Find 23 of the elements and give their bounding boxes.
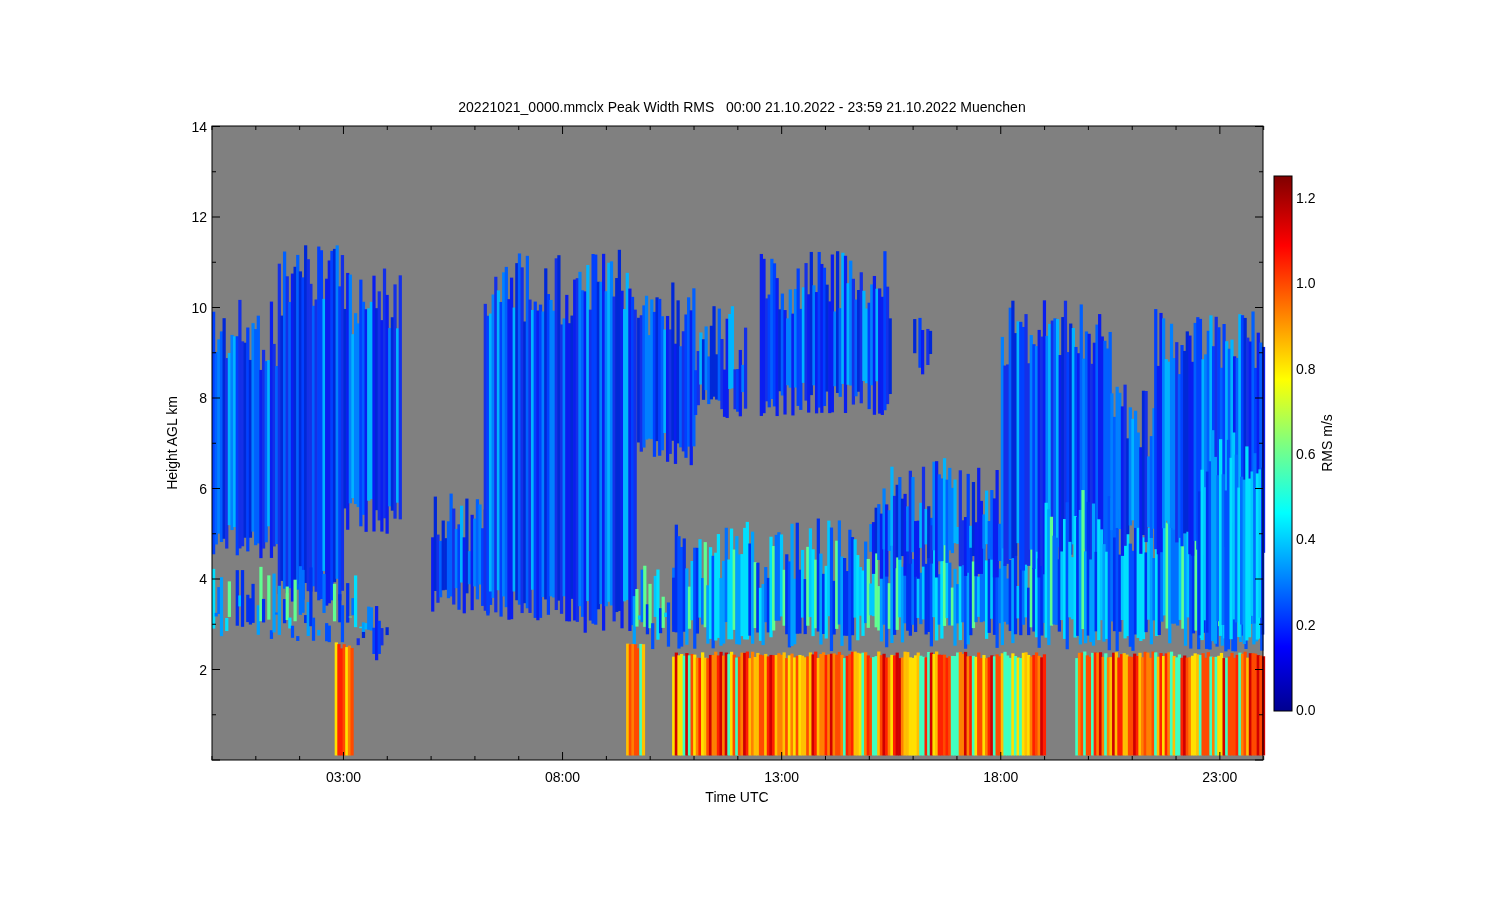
x-tick-label: 03:00	[325, 769, 361, 785]
y-tick-label: 6	[199, 480, 207, 497]
x-tick-label: 18:00	[983, 769, 1019, 785]
colorbar-tick-label: 0.4	[1296, 531, 1316, 548]
chart-title: 20221021_0000.mmclx Peak Width RMS 00:00 21.10.2022 - 23:59 21.10.2022 Muenchen	[458, 99, 1026, 115]
y-tick-label: 8	[199, 390, 207, 406]
colorbar-tick-label: 0.0	[1296, 701, 1316, 718]
y-tick-label: 4	[199, 571, 207, 587]
y-axis-label: Height AGL km	[164, 396, 180, 490]
y-tick-label: 14	[191, 118, 207, 135]
y-tick-label: 10	[191, 299, 207, 316]
x-tick-label: 08:00	[545, 769, 581, 785]
x-tick-label: 23:00	[1202, 769, 1238, 785]
colorbar-tick-label: 1.0	[1296, 275, 1316, 292]
x-axis-label: Time UTC	[705, 789, 769, 805]
x-tick-label: 13:00	[764, 769, 800, 785]
y-tick-label: 12	[191, 209, 207, 225]
colorbar-label: RMS m/s	[1319, 414, 1335, 472]
y-tick-label: 2	[199, 661, 207, 678]
colorbar-tick-label: 0.6	[1296, 445, 1316, 462]
colorbar-tick-label: 0.8	[1296, 360, 1316, 377]
colorbar-tick-label: 0.2	[1296, 616, 1316, 633]
colorbar-tick-label: 1.2	[1296, 190, 1316, 206]
